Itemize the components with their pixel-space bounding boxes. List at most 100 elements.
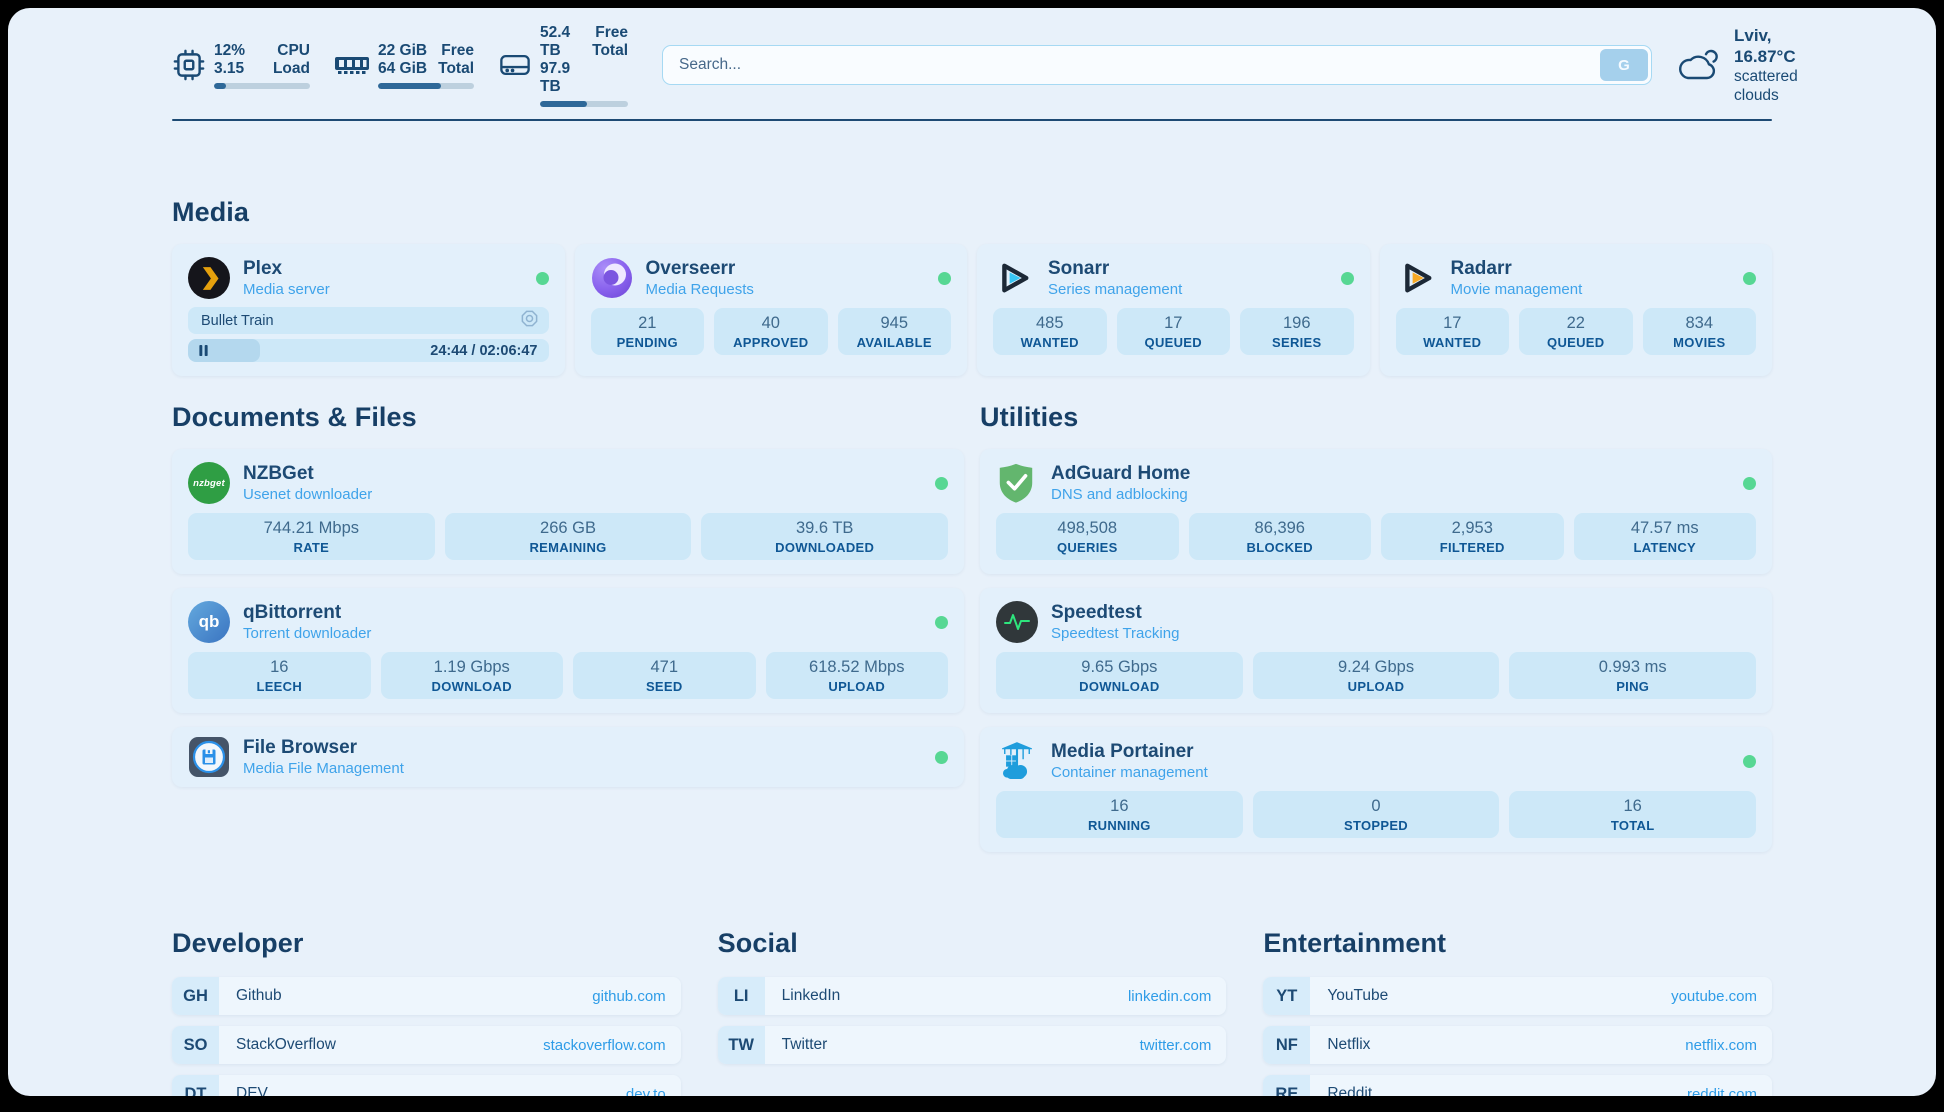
section-title-social: Social — [718, 928, 1227, 959]
stat-label: DOWNLOAD — [432, 678, 512, 695]
stat-box: 47.57 ms LATENCY — [1574, 513, 1757, 560]
disk-total-value: 97.9 TB — [540, 60, 592, 96]
status-dot — [536, 272, 549, 285]
stat-label: STOPPED — [1344, 817, 1408, 834]
stat-box: 40 APPROVED — [714, 308, 828, 355]
stat-label: FILTERED — [1440, 539, 1505, 556]
app-card-overseerr[interactable]: Overseerr Media Requests 21 PENDING 40 A… — [575, 244, 968, 376]
dashboard-screen: 12% 3.15 CPU Load — [8, 8, 1936, 1096]
disk-icon — [498, 50, 532, 80]
section-media: Media Plex Media server — [172, 197, 1772, 376]
bookmark-abbr: TW — [718, 1026, 765, 1064]
now-playing-progress: 24:44 / 02:06:47 — [188, 339, 549, 362]
video-icon — [520, 309, 539, 332]
stat-box: 9.24 Gbps UPLOAD — [1253, 652, 1500, 699]
stat-value: 744.21 Mbps — [264, 518, 359, 539]
search-input[interactable] — [662, 45, 1652, 85]
stat-value: 40 — [762, 313, 780, 334]
bookmark-abbr: LI — [718, 977, 765, 1015]
stat-box: 1.19 Gbps DOWNLOAD — [381, 652, 564, 699]
weather-widget: Lviv, 16.87°C scattered clouds — [1676, 25, 1798, 105]
section-title-developer: Developer — [172, 928, 681, 959]
stat-box: 22 QUEUED — [1519, 308, 1633, 355]
app-card-filebrowser[interactable]: File Browser Media File Management — [172, 727, 964, 787]
bookmark-url: github.com — [592, 988, 665, 1005]
pause-icon — [198, 345, 209, 356]
bookmark-reddit[interactable]: RE Reddit reddit.com — [1263, 1075, 1772, 1096]
stat-value: 945 — [880, 313, 908, 334]
section-entertainment: Entertainment YT YouTube youtube.com NF … — [1263, 928, 1772, 1096]
radarr-logo-icon — [1396, 257, 1438, 299]
stat-label: WANTED — [1423, 334, 1481, 351]
app-subtitle: Container management — [1051, 763, 1208, 782]
filebrowser-logo-icon — [188, 736, 230, 778]
app-card-speedtest[interactable]: Speedtest Speedtest Tracking 9.65 Gbps D… — [980, 588, 1772, 713]
stat-box: 471 SEED — [573, 652, 756, 699]
bookmark-stackoverflow[interactable]: SO StackOverflow stackoverflow.com — [172, 1026, 681, 1064]
bookmark-url: linkedin.com — [1128, 988, 1211, 1005]
app-card-radarr[interactable]: Radarr Movie management 17 WANTED 22 QUE… — [1380, 244, 1773, 376]
app-title: Media Portainer — [1051, 741, 1208, 763]
cpu-stat-widget: 12% 3.15 CPU Load — [172, 42, 310, 89]
bookmark-github[interactable]: GH Github github.com — [172, 977, 681, 1015]
app-card-plex[interactable]: Plex Media server Bullet Train — [172, 244, 565, 376]
adguard-logo-icon — [996, 462, 1038, 504]
stat-value: 16 — [1624, 796, 1642, 817]
cpu-icon — [172, 48, 206, 82]
stat-value: 2,953 — [1452, 518, 1493, 539]
stat-value: 498,508 — [1057, 518, 1117, 539]
bookmark-netflix[interactable]: NF Netflix netflix.com — [1263, 1026, 1772, 1064]
stat-box: 945 AVAILABLE — [838, 308, 952, 355]
app-card-nzbget[interactable]: nzbget NZBGet Usenet downloader 744.21 M… — [172, 449, 964, 574]
stat-box: 498,508 QUERIES — [996, 513, 1179, 560]
search-bar: G — [662, 45, 1652, 85]
section-social: Social LI LinkedIn linkedin.com TW Twitt… — [718, 928, 1227, 1096]
app-subtitle: Movie management — [1451, 280, 1583, 299]
section-title-media: Media — [172, 197, 1772, 228]
bookmark-youtube[interactable]: YT YouTube youtube.com — [1263, 977, 1772, 1015]
stat-label: APPROVED — [733, 334, 808, 351]
ram-free-label: Free — [441, 42, 474, 60]
stat-value: 9.65 Gbps — [1081, 657, 1157, 678]
stat-box: 744.21 Mbps RATE — [188, 513, 435, 560]
stat-box: 485 WANTED — [993, 308, 1107, 355]
disk-free-value: 52.4 TB — [540, 24, 592, 60]
cpu-percent: 12% — [214, 42, 245, 60]
now-playing-title-bar: Bullet Train — [188, 307, 549, 334]
status-dot — [1341, 272, 1354, 285]
app-card-portainer[interactable]: Media Portainer Container management 16 … — [980, 727, 1772, 852]
ram-icon — [334, 52, 370, 78]
stat-label: RATE — [294, 539, 330, 556]
now-playing-time: 24:44 / 02:06:47 — [430, 343, 548, 359]
section-title-utilities: Utilities — [980, 402, 1772, 433]
app-card-qbittorrent[interactable]: qb qBittorrent Torrent downloader 16 LEE… — [172, 588, 964, 713]
app-card-sonarr[interactable]: Sonarr Series management 485 WANTED 17 Q… — [977, 244, 1370, 376]
stat-box: 266 GB REMAINING — [445, 513, 692, 560]
app-card-adguard[interactable]: AdGuard Home DNS and adblocking 498,508 … — [980, 449, 1772, 574]
disk-free-label: Free — [595, 24, 628, 42]
cloud-icon — [1676, 46, 1722, 84]
bookmark-twitter[interactable]: TW Twitter twitter.com — [718, 1026, 1227, 1064]
app-title: Speedtest — [1051, 602, 1179, 624]
bookmark-dev[interactable]: DT DEV dev.to — [172, 1075, 681, 1096]
ram-free-value: 22 GiB — [378, 42, 427, 60]
section-documents: Documents & Files nzbget NZBGet Usenet d… — [172, 402, 964, 801]
stat-box: 16 TOTAL — [1509, 791, 1756, 838]
stat-value: 47.57 ms — [1631, 518, 1699, 539]
bookmark-linkedin[interactable]: LI LinkedIn linkedin.com — [718, 977, 1227, 1015]
stat-value: 471 — [650, 657, 678, 678]
stat-label: DOWNLOADED — [775, 539, 874, 556]
status-dot — [935, 751, 948, 764]
stat-value: 0 — [1371, 796, 1380, 817]
bookmark-url: reddit.com — [1687, 1086, 1757, 1097]
app-title: Overseerr — [646, 258, 754, 280]
bookmark-name: DEV — [236, 1085, 268, 1096]
bookmark-name: Github — [236, 987, 282, 1005]
search-engine-button[interactable]: G — [1600, 49, 1648, 81]
bookmark-url: dev.to — [626, 1086, 666, 1097]
stat-value: 21 — [638, 313, 656, 334]
bookmark-name: YouTube — [1327, 987, 1388, 1005]
stat-label: QUEUED — [1145, 334, 1202, 351]
qbittorrent-logo-icon: qb — [188, 601, 230, 643]
stat-label: QUEUED — [1547, 334, 1604, 351]
